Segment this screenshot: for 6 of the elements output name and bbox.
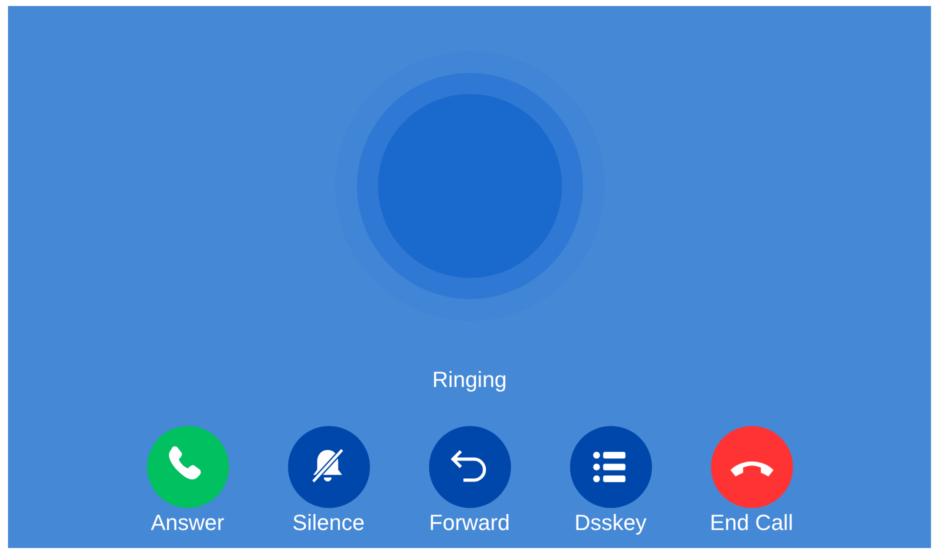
action-label: Dsskey bbox=[574, 510, 647, 536]
action-label: End Call bbox=[710, 510, 794, 536]
action-label: Answer bbox=[150, 510, 224, 536]
call-status: Ringing bbox=[432, 367, 507, 393]
action-label: Forward bbox=[429, 510, 510, 536]
action-label: Silence bbox=[292, 510, 365, 536]
